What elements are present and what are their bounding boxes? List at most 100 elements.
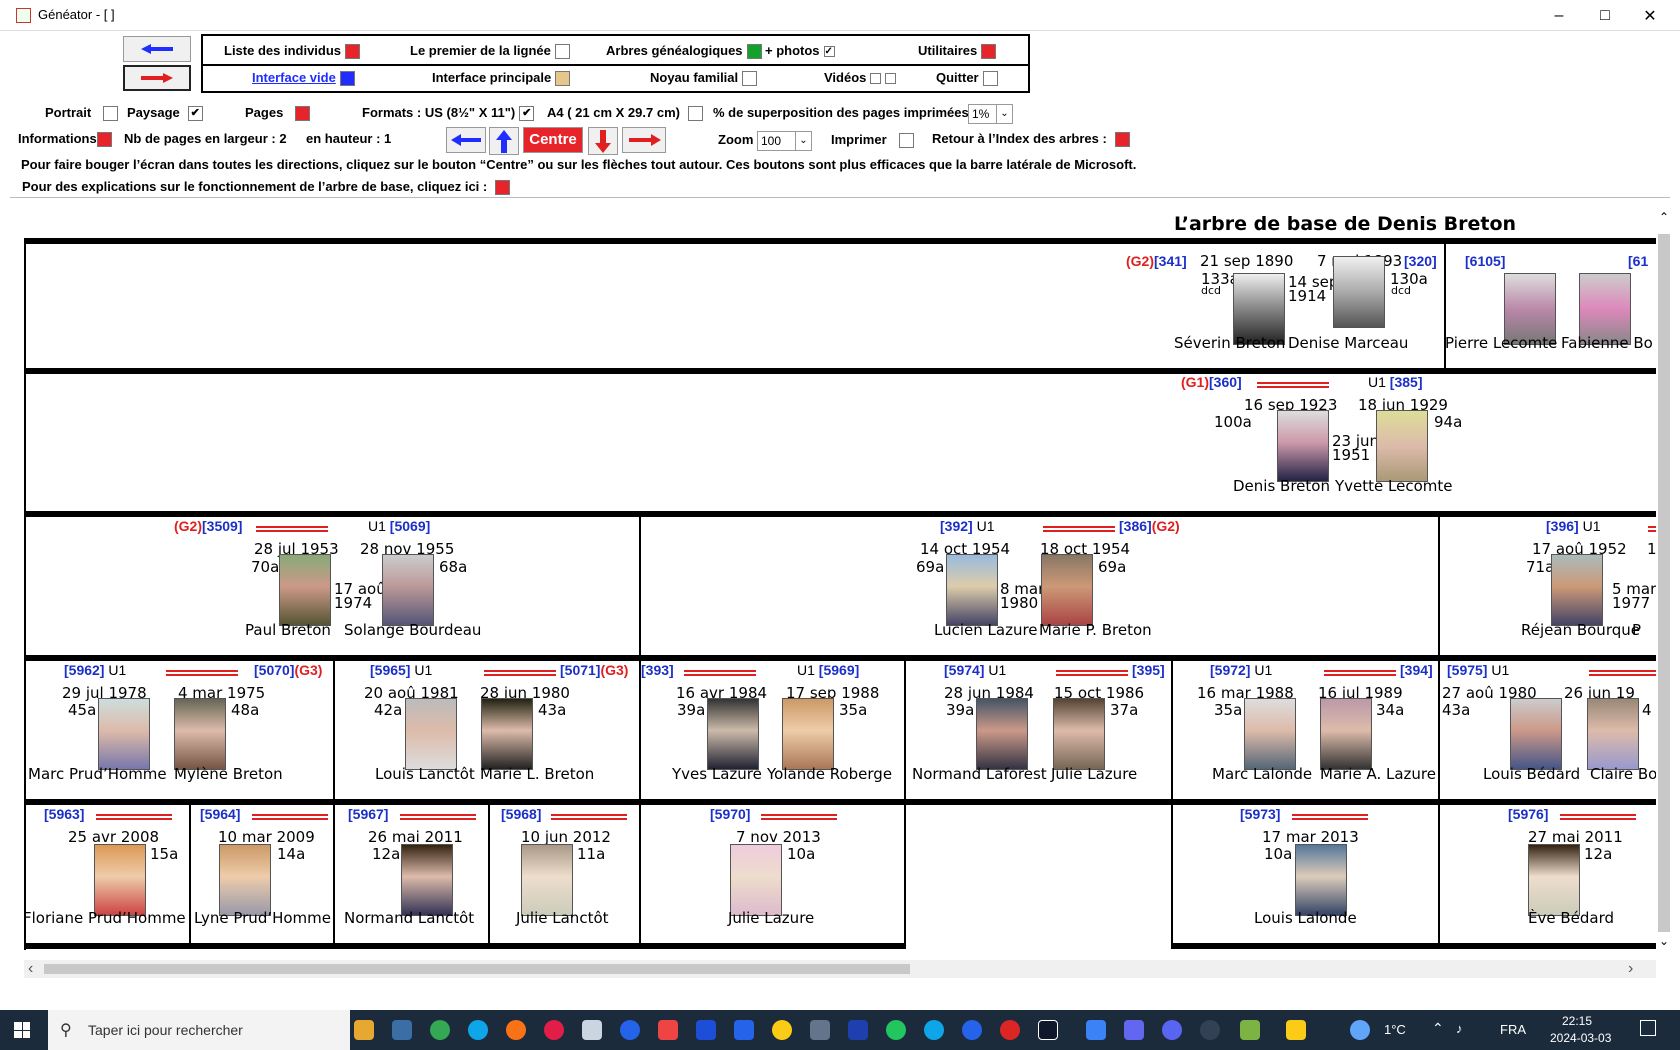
media-player-icon[interactable]: [1200, 1020, 1220, 1040]
app-icon[interactable]: [1124, 1020, 1144, 1040]
person-name[interactable]: Normand Lanctôt: [344, 909, 474, 927]
teamviewer-icon[interactable]: [620, 1020, 640, 1040]
person-photo[interactable]: [481, 698, 533, 770]
clock-time[interactable]: 22:15: [1562, 1014, 1592, 1028]
chevron-up-icon[interactable]: ⌃: [1432, 1020, 1444, 1037]
person-name[interactable]: Fabienne Bo: [1561, 334, 1653, 352]
person-photo[interactable]: [946, 554, 998, 626]
scroll-up-button[interactable]: [489, 127, 519, 155]
person-name[interactable]: Julie Lazure: [728, 909, 814, 927]
firefox-icon[interactable]: [506, 1020, 526, 1040]
geneator-taskbar-icon[interactable]: [1240, 1020, 1260, 1040]
format-us-option[interactable]: Formats : US (8½" X 11") ✔: [362, 105, 535, 122]
menu-interface-vide[interactable]: Interface vide: [252, 70, 355, 87]
person-photo[interactable]: [382, 554, 434, 626]
person-name[interactable]: Julie Lazure: [1051, 765, 1137, 783]
tiger-icon[interactable]: [354, 1020, 374, 1040]
person-name[interactable]: Ève Bédard: [1528, 909, 1614, 927]
task-view-icon[interactable]: [392, 1020, 412, 1040]
person-name[interactable]: Denis Breton: [1233, 477, 1330, 495]
person-name[interactable]: Julie Lanctôt: [516, 909, 609, 927]
language-indicator[interactable]: FRA: [1500, 1022, 1526, 1037]
person-name[interactable]: Marie A. Lazure: [1320, 765, 1436, 783]
person-photo[interactable]: [219, 844, 271, 916]
menu-videos[interactable]: Vidéos: [824, 70, 897, 85]
person-name[interactable]: Marie L. Breton: [480, 765, 594, 783]
person-name[interactable]: Séverin Breton: [1174, 334, 1285, 352]
paysage-option[interactable]: Paysage ✔: [127, 105, 203, 122]
close-button[interactable]: ✕: [1627, 0, 1673, 31]
whatsapp-icon[interactable]: [886, 1020, 906, 1040]
volume-icon[interactable]: ♪: [1456, 1021, 1463, 1036]
notepad-icon[interactable]: [582, 1020, 602, 1040]
notification-icon[interactable]: [1640, 1020, 1656, 1036]
person-photo[interactable]: [976, 698, 1028, 770]
maximize-button[interactable]: □: [1582, 0, 1628, 31]
person-photo[interactable]: [1551, 554, 1603, 626]
menu-noyau-familial[interactable]: Noyau familial: [650, 70, 758, 87]
chevron-right-icon[interactable]: ›: [1628, 960, 1633, 978]
menu-utilitaires[interactable]: Utilitaires: [918, 43, 997, 60]
opera-icon[interactable]: [544, 1020, 564, 1040]
skype-icon[interactable]: [924, 1020, 944, 1040]
informations-option[interactable]: Informations: [18, 131, 112, 148]
chevron-up-icon[interactable]: ⌃: [1659, 210, 1669, 224]
horizontal-scrollbar[interactable]: ‹ ›: [24, 960, 1656, 978]
person-photo[interactable]: [98, 698, 150, 770]
person-photo[interactable]: [1295, 844, 1347, 916]
person-photo[interactable]: [94, 844, 146, 916]
person-name[interactable]: Lucien Lazure: [934, 621, 1038, 639]
format-a4-option[interactable]: A4 ( 21 cm X 29.7 cm): [547, 105, 703, 122]
portrait-option[interactable]: Portrait: [45, 105, 119, 122]
person-photo[interactable]: [174, 698, 226, 770]
person-photo[interactable]: [730, 844, 782, 916]
person-photo[interactable]: [1244, 698, 1296, 770]
chrome-icon[interactable]: [430, 1020, 450, 1040]
person-photo[interactable]: [405, 698, 457, 770]
menu-quitter[interactable]: Quitter: [936, 70, 998, 87]
app-icon[interactable]: [772, 1020, 792, 1040]
horizontal-scroll-thumb[interactable]: [44, 964, 910, 974]
person-name[interactable]: Paul Breton: [245, 621, 331, 639]
chevron-down-icon[interactable]: ⌄: [1659, 934, 1669, 948]
person-photo[interactable]: [707, 698, 759, 770]
clock-date[interactable]: 2024-03-03: [1550, 1031, 1611, 1045]
retour-index-option[interactable]: Retour à l’Index des arbres :: [932, 131, 1130, 148]
minimize-button[interactable]: –: [1536, 0, 1582, 31]
person-name[interactable]: Mylène Breton: [174, 765, 283, 783]
person-photo[interactable]: [1528, 844, 1580, 916]
scroll-left-button[interactable]: [446, 127, 486, 153]
menu-interface-principale[interactable]: Interface principale: [432, 70, 571, 87]
person-photo[interactable]: [782, 698, 834, 770]
person-name[interactable]: Louis Bédard: [1483, 765, 1580, 783]
person-name[interactable]: Réjean Bourque: [1521, 621, 1640, 639]
back-arrow-button[interactable]: [123, 36, 191, 62]
dropbox-icon[interactable]: [734, 1020, 754, 1040]
zoom-select[interactable]: 100 ⌄: [757, 131, 812, 151]
person-photo[interactable]: [279, 554, 331, 626]
person-name[interactable]: Lyne Prud’Homme: [194, 909, 331, 927]
person-photo[interactable]: [1041, 554, 1093, 626]
person-photo[interactable]: [1510, 698, 1562, 770]
person-photo[interactable]: [1320, 698, 1372, 770]
menu-liste-individus[interactable]: Liste des individus: [224, 43, 361, 60]
forward-arrow-button[interactable]: [123, 65, 191, 91]
person-photo[interactable]: [1333, 256, 1385, 328]
person-name[interactable]: Louis Lanctôt: [375, 765, 475, 783]
windows-start-icon[interactable]: [14, 1022, 30, 1038]
scroll-down-button[interactable]: [588, 127, 618, 155]
person-name[interactable]: Pierre Lecomte: [1445, 334, 1557, 352]
person-photo[interactable]: [1587, 698, 1639, 770]
person-name[interactable]: Yolande Roberge: [767, 765, 892, 783]
edge-icon[interactable]: [468, 1020, 488, 1040]
zoom-icon[interactable]: [962, 1020, 982, 1040]
app-icon[interactable]: [848, 1020, 868, 1040]
app-icon[interactable]: [1000, 1020, 1020, 1040]
person-name[interactable]: Claire Bou: [1590, 765, 1656, 783]
app-icon[interactable]: [810, 1020, 830, 1040]
person-name[interactable]: Marc Lalonde: [1212, 765, 1312, 783]
person-photo[interactable]: [1053, 698, 1105, 770]
app-icon[interactable]: [1086, 1020, 1106, 1040]
superposition-select[interactable]: 1% ⌄: [968, 104, 1013, 124]
person-name[interactable]: Floriane Prud’Homme: [24, 909, 186, 927]
